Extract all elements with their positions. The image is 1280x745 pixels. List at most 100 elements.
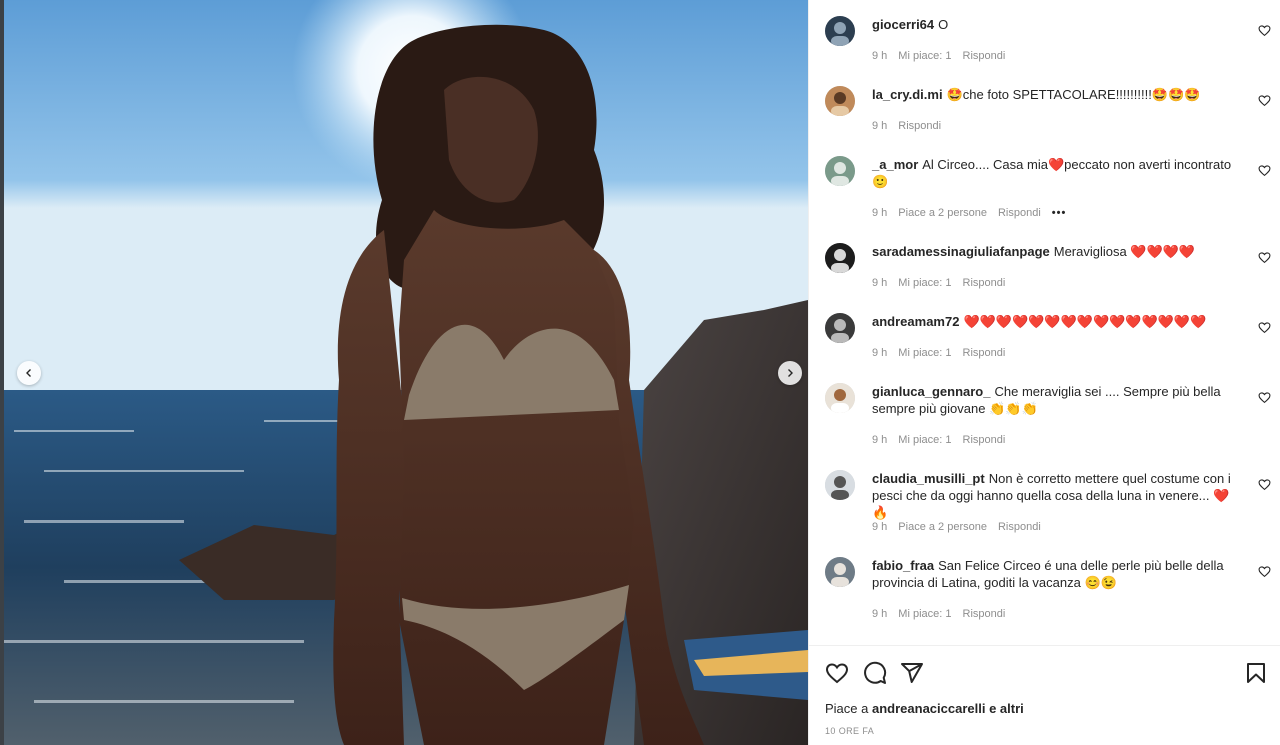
heart-outline-icon bbox=[1258, 322, 1271, 334]
comment-time: 9 h bbox=[872, 608, 888, 620]
comment-body: 🤩che foto SPETTACOLARE!!!!!!!!!!🤩🤩🤩 bbox=[946, 87, 1201, 102]
heart-outline-icon bbox=[1258, 165, 1271, 177]
comment-likes-count[interactable]: Mi piace: 1 bbox=[898, 50, 951, 62]
comment-body: ❤️❤️❤️❤️❤️❤️❤️❤️❤️❤️❤️❤️❤️❤️❤️ bbox=[963, 314, 1207, 329]
comment-likes-count[interactable]: Mi piace: 1 bbox=[898, 608, 951, 620]
heart-outline-icon bbox=[1258, 479, 1271, 491]
comment-meta: 9 h Mi piace: 1 Rispondi bbox=[872, 277, 1016, 289]
comment-body: Al Circeo.... Casa mia❤️peccato non aver… bbox=[872, 157, 1232, 189]
comment-options-button[interactable]: ••• bbox=[1052, 207, 1067, 219]
comment-time: 9 h bbox=[872, 347, 888, 359]
comment-body: Meravigliosa ❤️❤️❤️❤️ bbox=[1053, 244, 1196, 259]
likes-prefix: Piace a bbox=[825, 701, 869, 716]
comment-likes-count[interactable]: Piace a 2 persone bbox=[898, 521, 987, 533]
share-button[interactable] bbox=[900, 661, 924, 685]
avatar[interactable] bbox=[825, 86, 855, 116]
comment-text: la_cry.di.mi 🤩che foto SPETTACOLARE!!!!!!… bbox=[872, 86, 1234, 103]
reply-button[interactable]: Rispondi bbox=[963, 347, 1006, 359]
reply-button[interactable]: Rispondi bbox=[963, 277, 1006, 289]
like-comment-button[interactable] bbox=[1258, 164, 1271, 177]
avatar[interactable] bbox=[825, 557, 855, 587]
comment-text: claudia_musilli_pt Non è corretto mettere… bbox=[872, 470, 1234, 521]
heart-outline-icon bbox=[825, 663, 849, 684]
like-comment-button[interactable] bbox=[1258, 391, 1271, 404]
chevron-right-icon bbox=[788, 369, 793, 377]
comment-username[interactable]: gianluca_gennaro_ bbox=[872, 384, 990, 399]
comment-meta: 9 h Mi piace: 1 Rispondi bbox=[872, 50, 1016, 62]
save-button[interactable] bbox=[1244, 661, 1268, 685]
like-comment-button[interactable] bbox=[1258, 251, 1271, 264]
comment-text: saradamessinagiuliafanpage Meravigliosa ❤… bbox=[872, 243, 1234, 260]
likes-summary: Piace a andreanaciccarelli e altri bbox=[825, 701, 1024, 716]
comment-meta: 9 h Mi piace: 1 Rispondi bbox=[872, 608, 1016, 620]
comment-meta: 9 h Mi piace: 1 Rispondi bbox=[872, 347, 1016, 359]
heart-outline-icon bbox=[1258, 566, 1271, 578]
comment-meta: 9 h Rispondi bbox=[872, 120, 952, 132]
comment-time: 9 h bbox=[872, 521, 888, 533]
comments-panel: giocerri64 O 9 h Mi piace: 1 Rispondi la_cr… bbox=[808, 0, 1280, 745]
reply-button[interactable]: Rispondi bbox=[998, 521, 1041, 533]
avatar[interactable] bbox=[825, 313, 855, 343]
comment-text: fabio_fraa San Felice Circeo é una delle … bbox=[872, 557, 1234, 591]
reply-button[interactable]: Rispondi bbox=[963, 434, 1006, 446]
comment-likes-count[interactable]: Mi piace: 1 bbox=[898, 347, 951, 359]
avatar[interactable] bbox=[825, 243, 855, 273]
post-photo[interactable] bbox=[4, 0, 808, 745]
comment-time: 9 h bbox=[872, 277, 888, 289]
likes-username[interactable]: andreanaciccarelli bbox=[872, 701, 985, 716]
comment-likes-count[interactable]: Piace a 2 persone bbox=[898, 207, 987, 219]
comment-time: 9 h bbox=[872, 50, 888, 62]
previous-image-button[interactable] bbox=[17, 361, 41, 385]
comment-meta: 9 h Piace a 2 persone Rispondi bbox=[872, 521, 1052, 533]
comment-text: gianluca_gennaro_ Che meraviglia sei ....… bbox=[872, 383, 1234, 417]
like-comment-button[interactable] bbox=[1258, 565, 1271, 578]
comment-likes-count[interactable]: Mi piace: 1 bbox=[898, 434, 951, 446]
heart-outline-icon bbox=[1258, 252, 1271, 264]
speech-bubble-icon bbox=[864, 661, 887, 684]
reply-button[interactable]: Rispondi bbox=[963, 608, 1006, 620]
reply-button[interactable]: Rispondi bbox=[898, 120, 941, 132]
like-comment-button[interactable] bbox=[1258, 24, 1271, 37]
comments-list[interactable]: giocerri64 O 9 h Mi piace: 1 Rispondi la_cr… bbox=[809, 0, 1280, 645]
comment-username[interactable]: saradamessinagiuliafanpage bbox=[872, 244, 1050, 259]
comment-username[interactable]: giocerri64 bbox=[872, 17, 934, 32]
avatar[interactable] bbox=[825, 156, 855, 186]
comment-time: 9 h bbox=[872, 120, 888, 132]
comment-time: 9 h bbox=[872, 207, 888, 219]
like-comment-button[interactable] bbox=[1258, 478, 1271, 491]
actions-divider bbox=[809, 645, 1280, 646]
heart-outline-icon bbox=[1258, 25, 1271, 37]
reply-button[interactable]: Rispondi bbox=[963, 50, 1006, 62]
avatar[interactable] bbox=[825, 470, 855, 500]
comment-text: _a_mor Al Circeo.... Casa mia❤️peccato no… bbox=[872, 156, 1234, 190]
comment-button[interactable] bbox=[863, 661, 887, 685]
comment-time: 9 h bbox=[872, 434, 888, 446]
heart-outline-icon bbox=[1258, 392, 1271, 404]
comment-username[interactable]: la_cry.di.mi bbox=[872, 87, 943, 102]
comment-username[interactable]: andreamam72 bbox=[872, 314, 959, 329]
paper-plane-icon bbox=[901, 663, 923, 683]
heart-outline-icon bbox=[1258, 95, 1271, 107]
comment-username[interactable]: claudia_musilli_pt bbox=[872, 471, 985, 486]
post-actions-bar bbox=[809, 655, 1280, 691]
likes-others-link[interactable]: e altri bbox=[989, 701, 1024, 716]
reply-button[interactable]: Rispondi bbox=[998, 207, 1041, 219]
comment-text: giocerri64 O bbox=[872, 16, 1234, 33]
bookmark-icon bbox=[1247, 663, 1265, 683]
avatar[interactable] bbox=[825, 16, 855, 46]
like-button[interactable] bbox=[825, 661, 849, 685]
like-comment-button[interactable] bbox=[1258, 94, 1271, 107]
comment-meta: 9 h Piace a 2 persone Rispondi ••• bbox=[872, 207, 1077, 219]
comment-likes-count[interactable]: Mi piace: 1 bbox=[898, 277, 951, 289]
like-comment-button[interactable] bbox=[1258, 321, 1271, 334]
avatar[interactable] bbox=[825, 383, 855, 413]
comment-username[interactable]: _a_mor bbox=[872, 157, 918, 172]
comment-username[interactable]: fabio_fraa bbox=[872, 558, 934, 573]
comment-text: andreamam72 ❤️❤️❤️❤️❤️❤️❤️❤️❤️❤️❤️❤️❤️❤️❤… bbox=[872, 313, 1234, 330]
next-image-button[interactable] bbox=[778, 361, 802, 385]
chevron-left-icon bbox=[26, 369, 31, 377]
beach-photo-image bbox=[4, 0, 808, 745]
comment-body: O bbox=[938, 17, 949, 32]
post-timestamp[interactable]: 10 ORE FA bbox=[825, 726, 874, 736]
comment-meta: 9 h Mi piace: 1 Rispondi bbox=[872, 434, 1016, 446]
